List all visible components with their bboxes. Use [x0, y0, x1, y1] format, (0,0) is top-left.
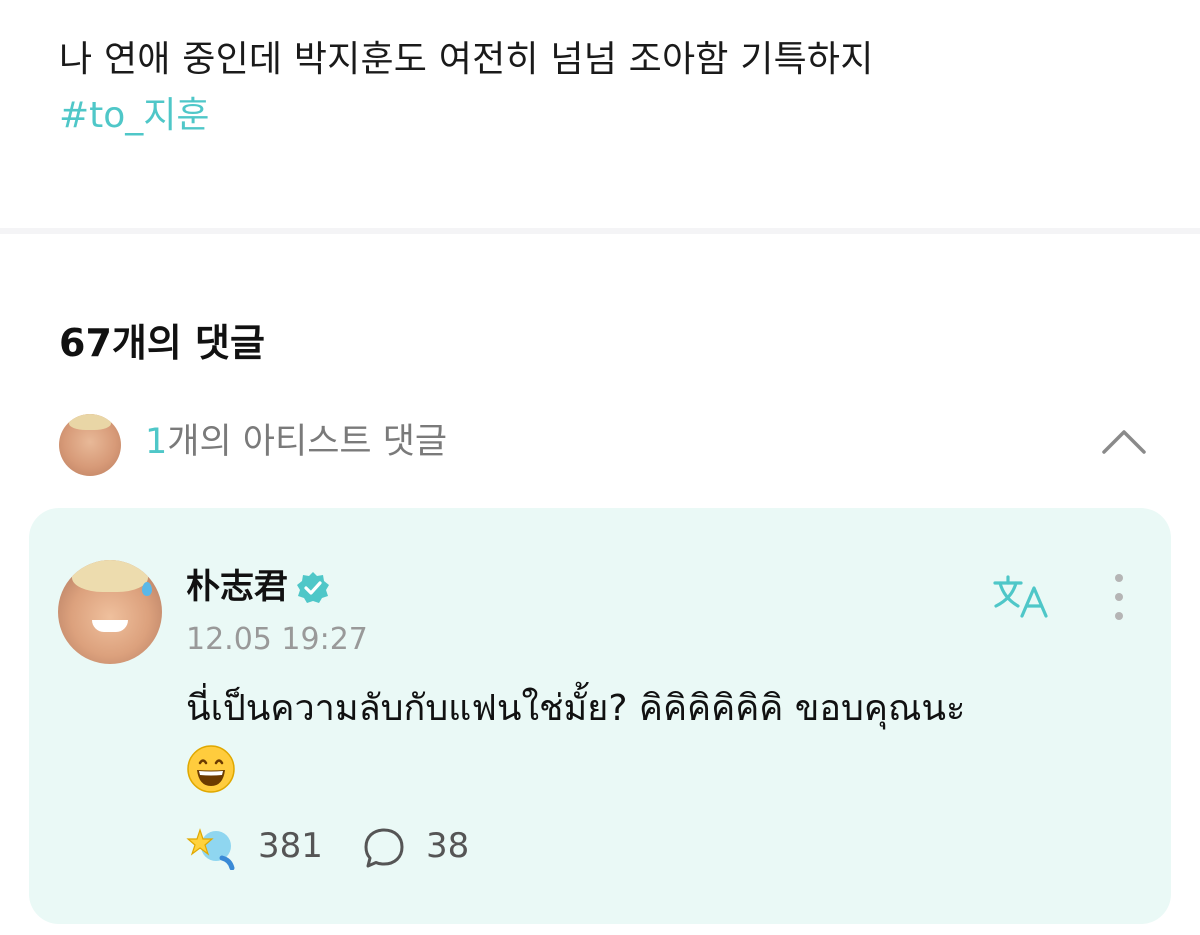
artist-comments-label: 1개의 아티스트 댓글 — [145, 418, 447, 466]
comment-body: นี่เป็นความลับกับแฟนใช่มั้ย? คิคิคิคิคิค… — [186, 680, 1126, 794]
reply-count: 38 — [426, 826, 470, 866]
artist-comments-text: 개의 아티스트 댓글 — [167, 422, 448, 462]
chevron-up-icon[interactable] — [1101, 426, 1147, 456]
grinning-face-emoji-icon — [187, 745, 235, 793]
artist-avatar-small — [59, 414, 121, 476]
star-heart-icon[interactable] — [186, 822, 238, 870]
hashtag-link[interactable]: #to_지훈 — [59, 92, 210, 140]
translate-icon[interactable] — [992, 574, 1052, 620]
artist-comment-card: 朴志君 12.05 19:27 นี่เป็นความลับกับแฟนใช่ม… — [29, 508, 1171, 924]
like-count: 381 — [258, 826, 323, 866]
artist-comments-count: 1 — [145, 422, 168, 462]
comment-timestamp: 12.05 19:27 — [186, 622, 368, 657]
comment-text: นี่เป็นความลับกับแฟนใช่มั้ย? คิคิคิคิคิค… — [186, 688, 966, 729]
sweat-drop-icon — [142, 582, 152, 596]
verified-badge-icon — [297, 572, 329, 603]
reaction-row: 381 38 — [186, 822, 586, 870]
section-divider — [0, 228, 1200, 234]
artist-comments-toggle[interactable]: 1개의 아티스트 댓글 — [59, 412, 1149, 476]
comment-bubble-icon[interactable] — [362, 826, 406, 870]
more-vertical-icon[interactable] — [1109, 572, 1129, 622]
avatar[interactable] — [58, 560, 162, 664]
comment-author-name[interactable]: 朴志君 — [186, 564, 288, 610]
comments-count-heading: 67개의 댓글 — [59, 321, 265, 365]
post-text: 나 연애 중인데 박지훈도 여전히 넘넘 조아함 기특하지 — [59, 39, 874, 80]
